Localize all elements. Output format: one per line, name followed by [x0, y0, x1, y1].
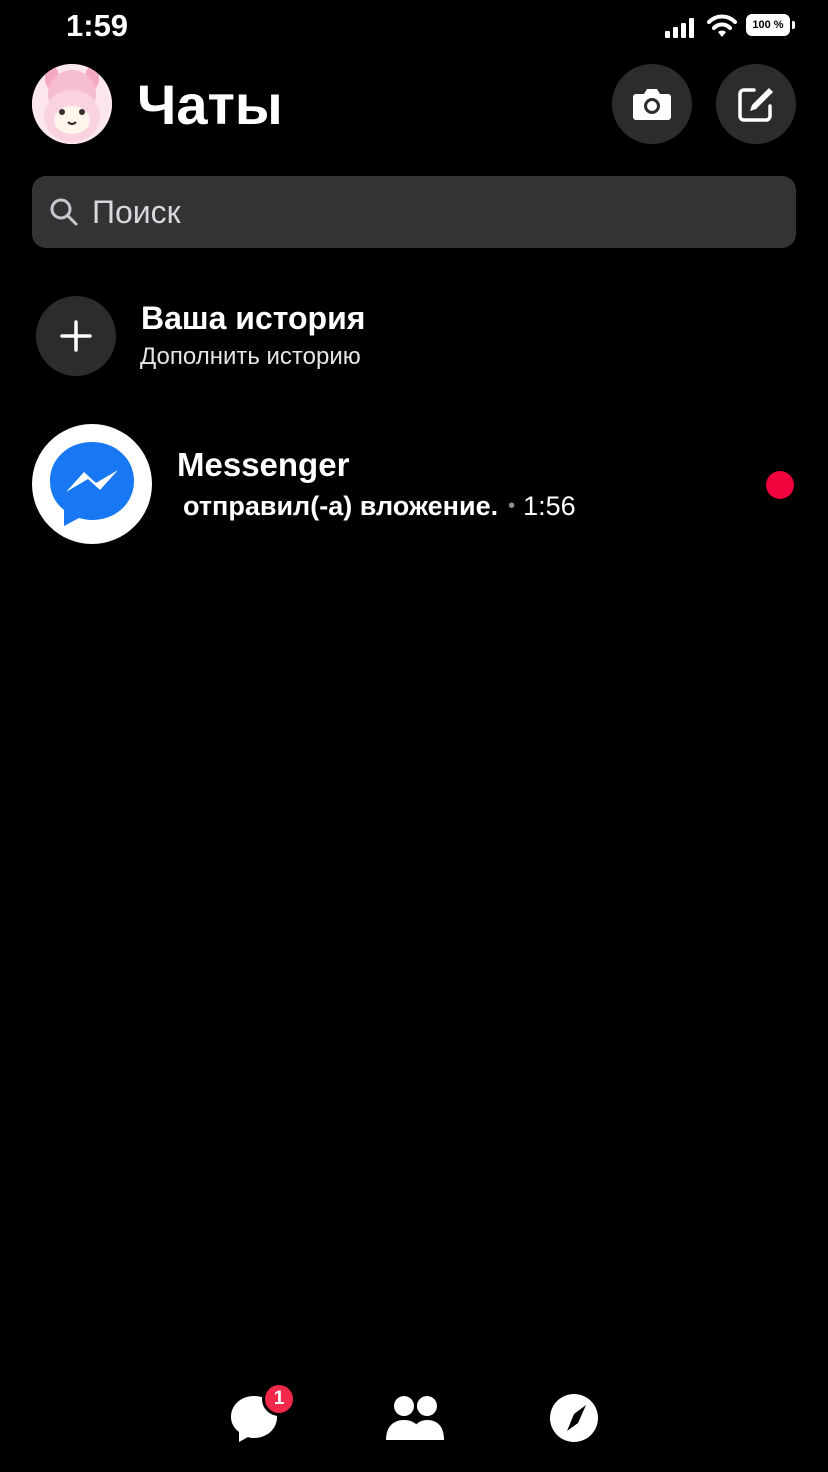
signal-icon	[665, 18, 694, 38]
battery-icon: 100 %	[746, 14, 796, 38]
llama-avatar-icon	[32, 64, 112, 144]
chat-preview: отправил(-а) вложение. • 1:56	[183, 491, 576, 522]
tab-chats[interactable]: 1	[226, 1382, 296, 1446]
discover-icon	[550, 1394, 598, 1442]
unread-indicator	[766, 471, 794, 499]
unread-badge: 1	[262, 1382, 296, 1416]
search-icon	[50, 198, 78, 226]
search-input[interactable]	[90, 192, 734, 232]
camera-icon	[633, 89, 671, 120]
chat-name: Messenger	[177, 446, 350, 483]
page-title: Чаты	[137, 73, 283, 136]
plus-icon	[60, 320, 92, 352]
story-title[interactable]: Ваша история	[141, 300, 365, 337]
messenger-logo-icon	[50, 442, 134, 526]
tab-discover[interactable]	[547, 1390, 603, 1446]
search-bar[interactable]	[32, 176, 796, 248]
wifi-icon	[707, 14, 737, 37]
camera-button[interactable]	[612, 64, 692, 144]
compose-button[interactable]	[716, 64, 796, 144]
avatar[interactable]	[32, 64, 112, 144]
story-subtitle: Дополнить историю	[140, 343, 361, 370]
chat-last-message: отправил(-а) вложение.	[183, 491, 499, 521]
people-icon	[386, 1396, 444, 1440]
add-story-button[interactable]	[36, 296, 116, 376]
status-time: 1:59	[66, 8, 129, 43]
compose-icon	[738, 88, 773, 122]
battery-level: 100 %	[746, 14, 790, 36]
separator-dot: •	[508, 495, 516, 517]
chat-avatar	[32, 424, 152, 544]
tab-people[interactable]	[385, 1390, 444, 1446]
chat-row-messenger[interactable]: Messenger отправил(-а) вложение. • 1:56	[0, 420, 828, 550]
chat-time: 1:56	[523, 491, 576, 521]
